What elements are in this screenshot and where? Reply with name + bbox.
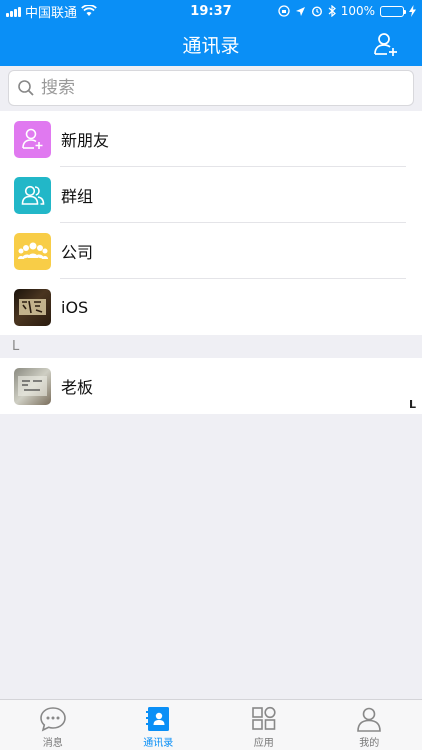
apps-grid-icon [251, 706, 276, 730]
list-item-company[interactable]: 公司 [0, 223, 422, 279]
tab-me[interactable]: 我的 [317, 700, 422, 750]
tab-contacts[interactable]: 通讯录 [106, 700, 212, 750]
nav-bar: 通讯录 [0, 22, 422, 66]
photo-avatar [14, 367, 51, 405]
contact-list: 老板 [0, 358, 422, 414]
tab-label: 我的 [359, 738, 380, 749]
tab-label: 消息 [42, 738, 63, 749]
tab-apps[interactable]: 应用 [211, 700, 317, 750]
list-item-label: 新朋友 [61, 131, 110, 150]
status-left: 中国联通 [6, 2, 97, 21]
profile-icon [357, 707, 382, 732]
company-icon [14, 232, 51, 270]
alphabet-index-letter[interactable]: L [409, 398, 416, 411]
tab-bar: 消息 通讯录 应用 我的 [0, 699, 422, 750]
search-input[interactable] [41, 78, 341, 98]
contact-row[interactable]: 老板 [0, 358, 422, 414]
search-box[interactable] [8, 70, 414, 106]
chat-bubble-icon [39, 707, 66, 732]
screen-lock-icon [278, 5, 290, 17]
wifi-icon [81, 5, 97, 16]
location-icon [295, 6, 305, 16]
search-bar [0, 66, 422, 110]
tab-messages[interactable]: 消息 [0, 700, 106, 750]
status-right: 100% [278, 4, 416, 18]
list-item-groups[interactable]: 群组 [0, 167, 422, 223]
page-title: 通讯录 [182, 34, 240, 57]
list-item-label: iOS [61, 297, 89, 317]
carrier-label: 中国联通 [25, 5, 78, 21]
status-bar: 中国联通 19:37 100% [0, 0, 422, 22]
quick-list: 新朋友 群组 公司 iOS [0, 111, 422, 335]
list-item-label: 公司 [61, 243, 94, 262]
contact-name: 老板 [61, 378, 94, 397]
signal-icon [6, 6, 21, 17]
list-item-new-friends[interactable]: 新朋友 [0, 111, 422, 167]
search-icon [18, 80, 34, 96]
alarm-icon [311, 6, 322, 17]
bluetooth-icon [328, 5, 336, 17]
list-item-label: 群组 [61, 187, 94, 206]
group-icon [14, 176, 51, 214]
charging-icon [409, 5, 416, 17]
section-header: L [0, 335, 422, 358]
tab-label: 通讯录 [143, 738, 174, 749]
add-person-icon [14, 120, 51, 158]
tab-label: 应用 [253, 738, 274, 749]
list-item-ios[interactable]: iOS [0, 279, 422, 335]
add-contact-icon[interactable] [372, 30, 400, 58]
battery-percent: 100% [340, 4, 375, 18]
battery-icon [380, 5, 406, 17]
contacts-book-icon [146, 707, 170, 731]
photo-avatar [14, 288, 51, 326]
